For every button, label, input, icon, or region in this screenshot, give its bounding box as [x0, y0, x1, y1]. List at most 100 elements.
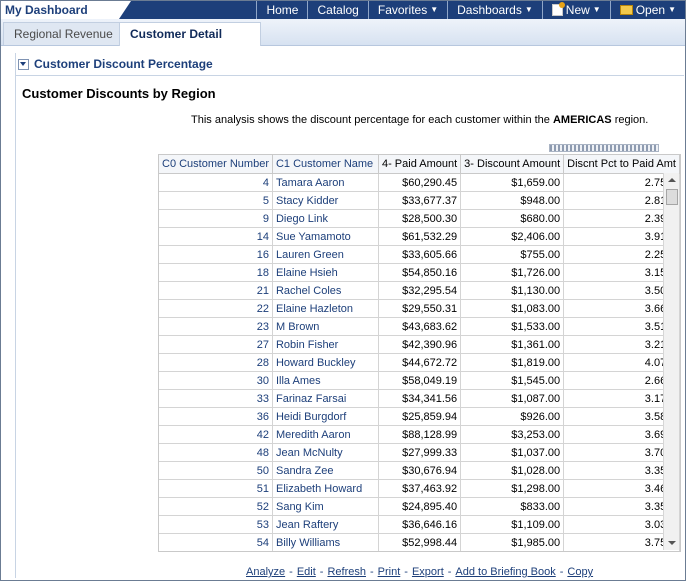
collapse-icon[interactable]	[18, 58, 29, 70]
nav-label: Open	[635, 3, 666, 17]
link-add-to-briefing-book[interactable]: Add to Briefing Book	[455, 566, 555, 578]
column-header[interactable]: C1 Customer Name	[272, 155, 379, 174]
description-text: This analysis shows the discount percent…	[191, 114, 553, 126]
customer-name-cell[interactable]: Jean McNulty	[272, 443, 379, 462]
nav-new-menu[interactable]: New ▼	[541, 1, 610, 19]
customer-number-cell[interactable]: 33	[159, 389, 273, 408]
discount-amount-cell: $1,819.00	[460, 353, 565, 372]
app-window: My Dashboard Home Catalog Favorites ▼ Dashbo…	[0, 0, 686, 581]
customer-name-cell[interactable]: Illa Ames	[272, 371, 379, 390]
discount-amount-cell: $1,130.00	[460, 281, 565, 300]
link-export[interactable]: Export	[412, 566, 444, 578]
paid-amount-cell: $37,463.92	[378, 479, 462, 498]
customer-number-cell[interactable]: 42	[159, 425, 273, 444]
customer-number-cell[interactable]: 28	[159, 353, 273, 372]
customer-number-cell[interactable]: 53	[159, 515, 273, 534]
chevron-down-icon: ▼	[524, 5, 533, 14]
nav-favorites-menu[interactable]: Favorites ▼	[367, 1, 447, 19]
customer-name-cell[interactable]: M Brown	[272, 317, 379, 336]
link-edit[interactable]: Edit	[297, 566, 316, 578]
paid-amount-cell: $36,646.16	[378, 515, 462, 534]
customer-number-cell[interactable]: 54	[159, 533, 273, 551]
customer-number-cell[interactable]: 16	[159, 245, 273, 264]
customer-name-cell[interactable]: Rachel Coles	[272, 281, 379, 300]
customer-number-cell[interactable]: 50	[159, 461, 273, 480]
link-analyze[interactable]: Analyze	[246, 566, 285, 578]
table-row: 48 Jean McNulty $27,999.33 $1,037.00 3.70%	[159, 443, 680, 462]
customer-number-cell[interactable]: 21	[159, 281, 273, 300]
customer-number-cell[interactable]: 51	[159, 479, 273, 498]
customer-name-cell[interactable]: Elaine Hazleton	[272, 299, 379, 318]
link-copy[interactable]: Copy	[567, 566, 593, 578]
customer-name-cell[interactable]: Heidi Burgdorf	[272, 407, 379, 426]
customer-number-cell[interactable]: 14	[159, 227, 273, 246]
table-scrollbar[interactable]	[663, 173, 679, 550]
column-header[interactable]: C0 Customer Number	[159, 155, 273, 174]
nav-home-menu[interactable]: Home	[256, 1, 307, 19]
customer-number-cell[interactable]: 23	[159, 317, 273, 336]
analysis-description: This analysis shows the discount percent…	[191, 114, 648, 126]
link-separator: -	[369, 566, 374, 578]
nav-open-menu[interactable]: Open ▼	[609, 1, 685, 19]
discount-amount-cell: $1,037.00	[460, 443, 565, 462]
column-header[interactable]: Discnt Pct to Paid Amt	[563, 155, 680, 174]
scroll-up-icon[interactable]	[664, 173, 679, 187]
new-document-icon	[551, 2, 565, 16]
column-header[interactable]: 4- Paid Amount	[378, 155, 462, 174]
discount-amount-cell: $926.00	[460, 407, 565, 426]
column-resize-handle[interactable]	[549, 144, 659, 152]
customer-name-cell[interactable]: Tamara Aaron	[272, 173, 379, 192]
customer-name-cell[interactable]: Meredith Aaron	[272, 425, 379, 444]
customer-name-cell[interactable]: Robin Fisher	[272, 335, 379, 354]
scroll-down-icon[interactable]	[664, 536, 679, 550]
discount-amount-cell: $1,087.00	[460, 389, 565, 408]
customer-number-cell[interactable]: 30	[159, 371, 273, 390]
customer-name-cell[interactable]: Jean Raftery	[272, 515, 379, 534]
section-divider	[16, 75, 684, 76]
customer-name-cell[interactable]: Stacy Kidder	[272, 191, 379, 210]
paid-amount-cell: $58,049.19	[378, 371, 462, 390]
customer-number-cell[interactable]: 22	[159, 299, 273, 318]
customer-name-cell[interactable]: Billy Williams	[272, 533, 379, 551]
link-refresh[interactable]: Refresh	[327, 566, 366, 578]
customer-number-cell[interactable]: 5	[159, 191, 273, 210]
table-body: 4 Tamara Aaron $60,290.45 $1,659.00 2.75% 5 St…	[159, 173, 680, 551]
table-row: 16 Lauren Green $33,605.66 $755.00 2.25%	[159, 245, 680, 264]
customer-name-cell[interactable]: Diego Link	[272, 209, 379, 228]
paid-amount-cell: $33,605.66	[378, 245, 462, 264]
discount-amount-cell: $1,545.00	[460, 371, 565, 390]
table-row: 51 Elizabeth Howard $37,463.92 $1,298.00 3.4…	[159, 479, 680, 498]
paid-amount-cell: $28,500.30	[378, 209, 462, 228]
link-print[interactable]: Print	[378, 566, 401, 578]
chevron-down-icon: ▼	[668, 5, 676, 14]
customer-name-cell[interactable]: Farinaz Farsai	[272, 389, 379, 408]
section-header[interactable]: Customer Discount Percentage	[18, 57, 213, 71]
discount-amount-cell: $680.00	[460, 209, 565, 228]
tab-customer-detail[interactable]: Customer Detail	[119, 22, 261, 46]
nav-dashboards-menu[interactable]: Dashboards ▼	[447, 1, 542, 19]
customer-number-cell[interactable]: 52	[159, 497, 273, 516]
customer-number-cell[interactable]: 36	[159, 407, 273, 426]
customer-name-cell[interactable]: Sang Kim	[272, 497, 379, 516]
customer-name-cell[interactable]: Elaine Hsieh	[272, 263, 379, 282]
customer-number-cell[interactable]: 27	[159, 335, 273, 354]
tab-regional-revenue[interactable]: Regional Revenue	[3, 22, 124, 45]
column-header[interactable]: 3- Discount Amount	[460, 155, 565, 174]
scroll-thumb[interactable]	[666, 189, 678, 205]
paid-amount-cell: $60,290.45	[378, 173, 462, 192]
customer-number-cell[interactable]: 48	[159, 443, 273, 462]
customer-name-cell[interactable]: Sue Yamamoto	[272, 227, 379, 246]
nav-catalog-menu[interactable]: Catalog	[307, 1, 367, 19]
table-row: 50 Sandra Zee $30,676.94 $1,028.00 3.35%	[159, 461, 680, 480]
customer-number-cell[interactable]: 18	[159, 263, 273, 282]
table-row: 23 M Brown $43,683.62 $1,533.00 3.51%	[159, 317, 680, 336]
customer-name-cell[interactable]: Lauren Green	[272, 245, 379, 264]
table-row: 5 Stacy Kidder $33,677.37 $948.00 2.81%	[159, 191, 680, 210]
customer-name-cell[interactable]: Elizabeth Howard	[272, 479, 379, 498]
customer-name-cell[interactable]: Howard Buckley	[272, 353, 379, 372]
customer-number-cell[interactable]: 9	[159, 209, 273, 228]
link-separator: -	[559, 566, 564, 578]
customer-number-cell[interactable]: 4	[159, 173, 273, 192]
discount-amount-cell: $1,083.00	[460, 299, 565, 318]
customer-name-cell[interactable]: Sandra Zee	[272, 461, 379, 480]
